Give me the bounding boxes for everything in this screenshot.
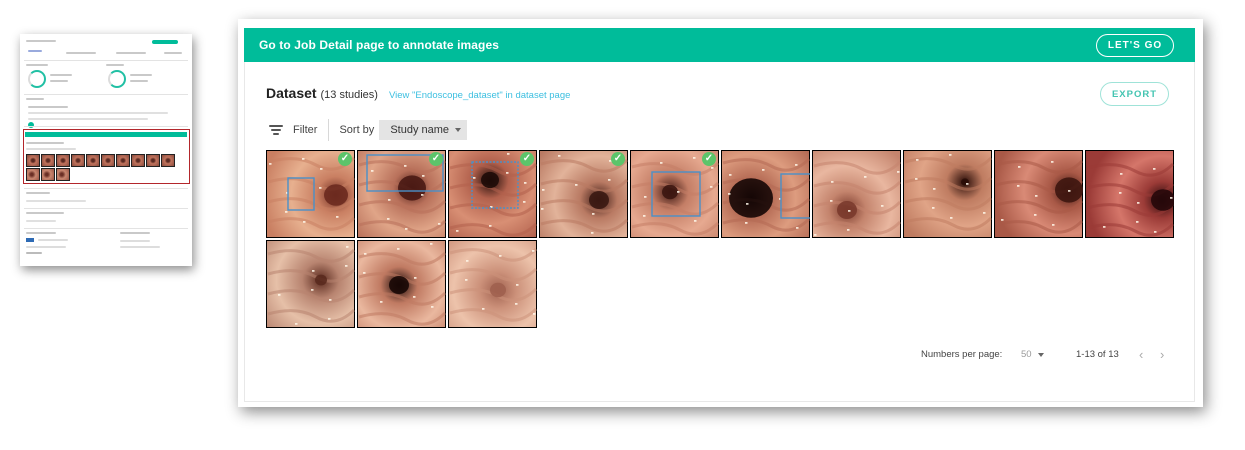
chevron-right-icon[interactable]: ›: [1160, 347, 1164, 362]
sort-select[interactable]: Study name: [379, 120, 468, 140]
sort-label: Sort by: [339, 124, 375, 136]
image-tile[interactable]: [721, 150, 810, 238]
highlight-frame: [23, 129, 190, 184]
image-tile[interactable]: [1085, 150, 1174, 238]
annotate-banner: Go to Job Detail page to annotate images…: [244, 28, 1195, 62]
export-button[interactable]: EXPORT: [1100, 82, 1169, 106]
image-tile[interactable]: [903, 150, 992, 238]
image-tile[interactable]: ✓: [357, 150, 446, 238]
page-overview-thumbnail: [20, 34, 192, 266]
dataset-panel: Dataset (13 studies) View "Endoscope_dat…: [244, 62, 1195, 402]
view-dataset-link[interactable]: View "Endoscope_dataset" in dataset page: [389, 90, 570, 101]
per-page-label: Numbers per page:: [921, 349, 1003, 360]
image-tile[interactable]: ✓: [630, 150, 719, 238]
chevron-left-icon[interactable]: ‹: [1139, 347, 1143, 362]
filter-button[interactable]: Filter: [293, 124, 317, 136]
image-tile[interactable]: [266, 240, 355, 328]
pagination: Numbers per page: 50 1-13 of 13 ‹ ›: [245, 347, 1196, 363]
dataset-card: Go to Job Detail page to annotate images…: [238, 19, 1203, 407]
page-range: 1-13 of 13: [1076, 349, 1119, 360]
lets-go-button[interactable]: LET'S GO: [1096, 33, 1174, 57]
sort-select-value: Study name: [390, 124, 450, 136]
per-page-select[interactable]: 50: [1021, 349, 1032, 360]
image-tile[interactable]: ✓: [539, 150, 628, 238]
check-circle-icon: ✓: [338, 152, 352, 166]
filter-lines-icon[interactable]: [269, 124, 283, 136]
check-circle-icon: ✓: [429, 152, 443, 166]
image-tile[interactable]: ✓: [266, 150, 355, 238]
image-tile[interactable]: [357, 240, 446, 328]
toolbar: Filter Sort by Study name: [269, 119, 468, 141]
chevron-down-icon[interactable]: [1038, 353, 1044, 357]
chevron-down-icon: [455, 128, 462, 132]
stage: Go to Job Detail page to annotate images…: [0, 0, 1245, 450]
image-tile[interactable]: ✓: [448, 150, 537, 238]
image-tile[interactable]: [448, 240, 537, 328]
check-circle-icon: ✓: [611, 152, 625, 166]
check-circle-icon: ✓: [702, 152, 716, 166]
check-circle-icon: ✓: [520, 152, 534, 166]
dataset-title: Dataset: [266, 85, 317, 101]
image-tile[interactable]: [994, 150, 1083, 238]
image-tile[interactable]: [812, 150, 901, 238]
toolbar-divider: [328, 119, 330, 141]
dataset-count: (13 studies): [320, 89, 378, 101]
banner-text: Go to Job Detail page to annotate images: [259, 38, 500, 52]
dataset-heading: Dataset (13 studies): [266, 85, 378, 101]
